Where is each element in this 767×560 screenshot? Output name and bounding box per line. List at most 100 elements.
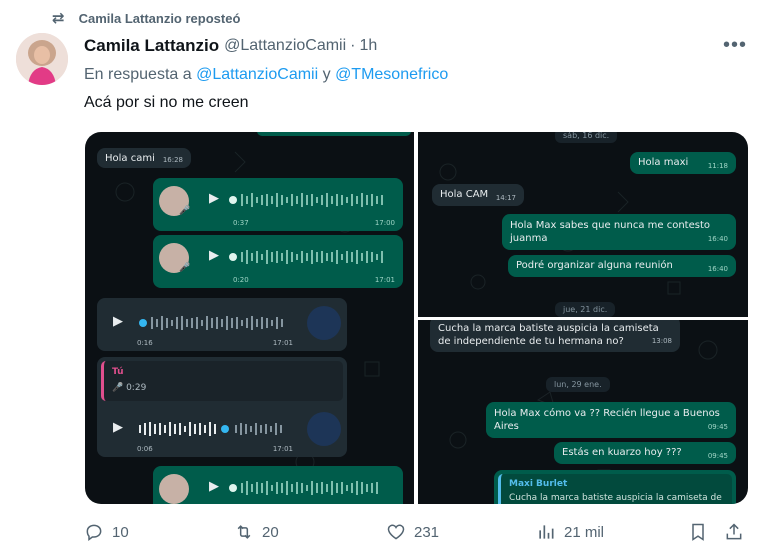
voice-note-out[interactable]: 🎤 ▶ 0:37 17:00 bbox=[153, 178, 403, 231]
waveform bbox=[139, 422, 282, 436]
quoted-message[interactable]: Maxi Burlet Cucha la marca batiste auspi… bbox=[498, 474, 732, 504]
author-handle[interactable]: @LattanzioCamii bbox=[224, 37, 346, 55]
views-icon bbox=[539, 525, 554, 539]
repost-indicator: ⇄ Camila Lattanzio reposteó bbox=[52, 9, 240, 27]
voice-duration: 0:20 bbox=[233, 276, 249, 284]
message-time: 11:18 bbox=[707, 162, 728, 170]
tweet-text: Acá por si no me creen bbox=[84, 94, 249, 111]
like-button[interactable]: 231 bbox=[386, 522, 439, 542]
waveform bbox=[229, 481, 378, 495]
voice-note-in[interactable]: ▶ 0:16 17:01 bbox=[97, 298, 347, 351]
chat-message-out: Hola maxi 11:18 bbox=[630, 152, 736, 174]
message-time: 14:17 bbox=[495, 194, 516, 202]
message-time: 16:40 bbox=[707, 235, 728, 243]
message-time: 17:01 bbox=[272, 445, 293, 453]
like-count: 231 bbox=[414, 523, 440, 541]
play-icon[interactable]: ▶ bbox=[113, 420, 123, 435]
waveform bbox=[229, 250, 383, 264]
more-options-icon[interactable]: ••• bbox=[723, 35, 747, 55]
share-icon bbox=[726, 523, 742, 540]
author-name[interactable]: Camila Lattanzio bbox=[84, 36, 219, 56]
repost-label: Camila Lattanzio reposteó bbox=[78, 10, 241, 26]
voice-avatar bbox=[159, 474, 189, 504]
mic-icon: 🎤 bbox=[179, 206, 191, 216]
chat-message-out-reply: Maxi Burlet Cucha la marca batiste auspi… bbox=[494, 470, 736, 504]
reply-count: 10 bbox=[112, 523, 129, 541]
chat-message-out: Hola Max cómo va ?? Recién llegue a Buen… bbox=[486, 402, 736, 438]
avatar-image bbox=[16, 33, 68, 85]
date-separator: lun, 29 ene. bbox=[546, 377, 610, 392]
chat-message-in: Hola CAM 14:17 bbox=[432, 184, 524, 206]
date-separator: sáb, 16 dic. bbox=[555, 132, 618, 143]
reply-button[interactable]: 10 bbox=[84, 522, 129, 542]
mic-icon: 🎤 bbox=[179, 263, 191, 273]
quoted-message[interactable]: Tú 🎤 0:29 bbox=[101, 361, 343, 401]
reply-prefix: En respuesta a bbox=[84, 66, 192, 83]
share-button[interactable] bbox=[724, 522, 744, 542]
reply-icon bbox=[86, 524, 102, 541]
chat-message-in: Cucha la marca batiste auspicia la camis… bbox=[430, 320, 680, 352]
play-icon[interactable]: ▶ bbox=[209, 191, 219, 206]
tweet-header: Camila Lattanzio @LattanzioCamii · 1h bbox=[84, 36, 753, 56]
quoted-author: Maxi Burlet bbox=[509, 479, 568, 489]
chat-message-out: Estás en kuarzo hoy ??? 09:45 bbox=[554, 442, 736, 464]
voice-avatar bbox=[307, 306, 341, 340]
screenshot-chat-december[interactable]: sáb, 16 dic. Hola maxi 11:18 Hola CAM 14… bbox=[418, 132, 748, 317]
voice-note-out[interactable]: ▶ bbox=[153, 466, 403, 504]
bookmark-button[interactable] bbox=[688, 522, 708, 542]
quoted-duration: 0:29 bbox=[126, 383, 147, 393]
tweet-actions: 10 20 231 21 mil bbox=[84, 522, 753, 550]
voice-note-out[interactable]: 🎤 ▶ 0:20 17:01 bbox=[153, 235, 403, 288]
previous-message-fragment bbox=[257, 132, 411, 136]
views-count: 21 mil bbox=[564, 523, 605, 541]
message-time: 09:45 bbox=[707, 423, 728, 431]
message-text: Hola Max cómo va ?? Recién llegue a Buen… bbox=[494, 408, 720, 432]
repost-icon: ⇄ bbox=[52, 10, 65, 27]
quoted-author: Tú bbox=[112, 367, 124, 377]
message-text: Cucha la marca batiste auspicia la camis… bbox=[438, 323, 659, 347]
play-icon[interactable]: ▶ bbox=[209, 248, 219, 263]
views-button[interactable]: 21 mil bbox=[536, 522, 604, 542]
screenshot-voice-chat[interactable]: Hola cami 16:28 🎤 ▶ 0:37 17:00 🎤 ▶ 0:20 … bbox=[85, 132, 414, 504]
message-text: Podré organizar alguna reunión bbox=[516, 260, 673, 271]
message-time: 16:28 bbox=[162, 156, 183, 164]
play-icon[interactable]: ▶ bbox=[209, 479, 219, 494]
repost-icon bbox=[237, 525, 251, 539]
media-grid[interactable]: Hola cami 16:28 🎤 ▶ 0:37 17:00 🎤 ▶ 0:20 … bbox=[85, 132, 748, 504]
voice-duration: 0:37 bbox=[233, 219, 249, 227]
voice-duration: 0:06 bbox=[137, 445, 153, 453]
reply-join: y bbox=[322, 66, 331, 83]
quoted-voice: 🎤 0:29 bbox=[112, 383, 147, 393]
message-time: 09:45 bbox=[707, 452, 728, 460]
chat-message-in: Hola cami 16:28 bbox=[97, 148, 191, 168]
bookmark-icon bbox=[692, 523, 704, 541]
message-text: Hola CAM bbox=[440, 189, 489, 200]
reply-user-link-2[interactable]: @TMesonefrico bbox=[335, 66, 448, 83]
voice-note-in-reply[interactable]: Tú 🎤 0:29 ▶ 0:06 17:01 bbox=[97, 357, 347, 457]
repost-count: 20 bbox=[262, 523, 279, 541]
voice-duration: 0:16 bbox=[137, 339, 153, 347]
message-time: 16:40 bbox=[707, 265, 728, 273]
avatar[interactable] bbox=[16, 33, 68, 85]
message-time: 17:00 bbox=[374, 219, 395, 227]
reply-user-link-1[interactable]: @LattanzioCamii bbox=[196, 66, 318, 83]
message-time: 17:01 bbox=[374, 276, 395, 284]
separator-dot: · bbox=[350, 37, 356, 54]
date-separator: jue, 21 dic. bbox=[555, 302, 616, 317]
play-icon[interactable]: ▶ bbox=[113, 314, 123, 329]
voice-avatar bbox=[307, 412, 341, 446]
chat-message-out: Podré organizar alguna reunión 16:40 bbox=[508, 255, 736, 277]
screenshot-chat-january[interactable]: Cucha la marca batiste auspicia la camis… bbox=[418, 320, 748, 504]
message-text: Hola Max sabes que nunca me contesto jua… bbox=[510, 220, 710, 244]
message-text: Hola cami bbox=[105, 153, 155, 164]
message-time: 17:01 bbox=[272, 339, 293, 347]
chat-message-out: Hola Max sabes que nunca me contesto jua… bbox=[502, 214, 736, 250]
heart-icon bbox=[387, 524, 405, 540]
message-text: Hola maxi bbox=[638, 157, 689, 168]
quoted-text: Cucha la marca batiste auspicia la camis… bbox=[509, 493, 722, 503]
repost-button[interactable]: 20 bbox=[234, 522, 279, 542]
tweet-time[interactable]: 1h bbox=[360, 37, 378, 55]
waveform bbox=[229, 193, 383, 207]
message-time: 13:08 bbox=[651, 337, 672, 345]
message-text: Estás en kuarzo hoy ??? bbox=[562, 447, 682, 458]
